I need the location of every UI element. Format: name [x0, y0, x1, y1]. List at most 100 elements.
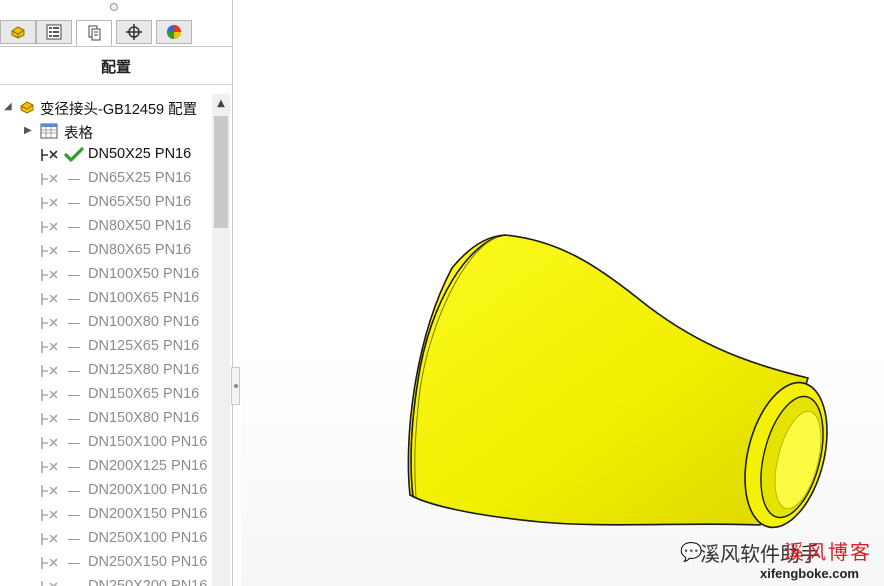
inactive-dash-icon [64, 242, 84, 260]
reducer-3d-model[interactable] [241, 0, 884, 586]
configuration-node-icon [41, 509, 58, 521]
configuration-item[interactable]: DN200X125 PN16 [0, 456, 212, 478]
inactive-dash-icon [64, 218, 84, 236]
inactive-dash-icon [64, 458, 84, 476]
configuration-label: DN150X100 PN16 [88, 434, 208, 450]
configuration-label: DN65X25 PN16 [88, 170, 192, 186]
configuration-label: DN250X150 PN16 [88, 554, 208, 570]
configuration-item[interactable]: DN150X100 PN16 [0, 432, 212, 454]
configuration-item[interactable]: DN100X65 PN16 [0, 288, 212, 310]
property-list-icon [46, 24, 62, 40]
configuration-item[interactable]: DN100X50 PN16 [0, 264, 212, 286]
crosshair-icon [126, 24, 142, 40]
configuration-label: DN125X80 PN16 [88, 362, 200, 378]
inactive-dash-icon [64, 362, 84, 380]
tab-configuration-manager[interactable] [76, 20, 112, 46]
configuration-label: DN125X65 PN16 [88, 338, 200, 354]
configuration-node-icon [41, 317, 58, 329]
tree-scrollbar[interactable]: ▲ [212, 94, 230, 586]
inactive-dash-icon [64, 290, 84, 308]
watermark: 💬 溪风软件助手 溪风博客 xifengboke.com [680, 536, 884, 586]
configuration-label: DN200X125 PN16 [88, 458, 208, 474]
configuration-node-icon [41, 149, 58, 161]
configuration-item[interactable]: DN200X100 PN16 [0, 480, 212, 502]
tree-root-item[interactable]: ◢ 变径接头-GB12459 配置 [0, 96, 212, 118]
configuration-tree: ◢ 变径接头-GB12459 配置 ▶ 表格 DN50X25 PN16 DN65X… [0, 94, 212, 586]
configuration-label: DN100X80 PN16 [88, 314, 200, 330]
title-divider [0, 84, 232, 85]
configuration-label: DN200X150 PN16 [88, 506, 208, 522]
tab-display-manager[interactable] [156, 20, 192, 44]
inactive-dash-icon [64, 314, 84, 332]
active-check-icon [64, 146, 84, 164]
configuration-item[interactable]: DN250X200 PN16 [0, 576, 212, 586]
configuration-label: DN80X50 PN16 [88, 218, 192, 234]
configuration-node-icon [41, 461, 58, 473]
configuration-label: DN150X80 PN16 [88, 410, 200, 426]
configuration-node-icon [41, 293, 58, 305]
configuration-item[interactable]: DN150X80 PN16 [0, 408, 212, 430]
configuration-label: DN80X65 PN16 [88, 242, 192, 258]
inactive-dash-icon [64, 266, 84, 284]
configuration-node-icon [41, 173, 58, 185]
configuration-node-icon [41, 365, 58, 377]
configuration-item[interactable]: DN100X80 PN16 [0, 312, 212, 334]
configuration-item[interactable]: DN80X65 PN16 [0, 240, 212, 262]
tree-root-label: 变径接头-GB12459 配置 [40, 102, 198, 118]
tab-dimxpert-manager[interactable] [116, 20, 152, 44]
inactive-dash-icon [64, 170, 84, 188]
configuration-item[interactable]: DN250X100 PN16 [0, 528, 212, 550]
expand-arrow-icon[interactable]: ▶ [24, 125, 32, 136]
watermark-url: xifengboke.com [760, 566, 859, 581]
configuration-node-icon [41, 557, 58, 569]
configuration-node-icon [41, 341, 58, 353]
part-icon [20, 101, 34, 114]
inactive-dash-icon [64, 554, 84, 572]
configuration-item[interactable]: DN50X25 PN16 [0, 144, 212, 166]
scrollbar-thumb[interactable] [214, 116, 228, 228]
configuration-node-icon [41, 581, 58, 586]
configuration-node-icon [41, 533, 58, 545]
manager-tab-bar [0, 18, 232, 47]
configuration-node-icon [41, 221, 58, 233]
configuration-label: DN250X100 PN16 [88, 530, 208, 546]
configuration-icon [88, 25, 101, 41]
configuration-item[interactable]: DN80X50 PN16 [0, 216, 212, 238]
appearance-pie-icon [167, 25, 181, 39]
configuration-item[interactable]: DN125X65 PN16 [0, 336, 212, 358]
configuration-label: DN100X50 PN16 [88, 266, 200, 282]
design-table-icon [40, 123, 58, 139]
part-icon [11, 26, 25, 39]
configuration-node-icon [41, 197, 58, 209]
inactive-dash-icon [64, 410, 84, 428]
configuration-node-icon [41, 485, 58, 497]
configuration-label: DN250X200 PN16 [88, 578, 208, 586]
graphics-viewport[interactable]: 💬 溪风软件助手 溪风博客 xifengboke.com [241, 0, 884, 586]
inactive-dash-icon [64, 338, 84, 356]
configuration-item[interactable]: DN65X25 PN16 [0, 168, 212, 190]
configuration-item[interactable]: DN200X150 PN16 [0, 504, 212, 526]
configuration-node-icon [41, 389, 58, 401]
tree-table-item[interactable]: ▶ 表格 [0, 120, 212, 142]
configuration-item[interactable]: DN65X50 PN16 [0, 192, 212, 214]
configuration-node-icon [41, 245, 58, 257]
inactive-dash-icon [64, 506, 84, 524]
scroll-up-arrow-icon[interactable]: ▲ [212, 94, 230, 112]
inactive-dash-icon [64, 194, 84, 212]
panel-grip-handle[interactable] [110, 3, 118, 11]
configuration-manager-panel: 配置 ◢ 变径接头-GB12459 配置 ▶ 表格 DN50X25 PN16 DN… [0, 0, 233, 586]
configuration-label: DN150X65 PN16 [88, 386, 200, 402]
configuration-node-icon [41, 269, 58, 281]
inactive-dash-icon [64, 578, 84, 586]
configuration-node-icon [41, 413, 58, 425]
tab-feature-manager[interactable] [0, 20, 36, 44]
configuration-label: DN100X65 PN16 [88, 290, 200, 306]
collapse-arrow-icon[interactable]: ◢ [4, 101, 12, 112]
configuration-label: DN50X25 PN16 [88, 146, 192, 162]
configuration-item[interactable]: DN250X150 PN16 [0, 552, 212, 574]
configuration-item[interactable]: DN125X80 PN16 [0, 360, 212, 382]
configuration-item[interactable]: DN150X65 PN16 [0, 384, 212, 406]
tab-property-manager[interactable] [36, 20, 72, 44]
inactive-dash-icon [64, 482, 84, 500]
panel-splitter-handle[interactable] [231, 367, 240, 405]
